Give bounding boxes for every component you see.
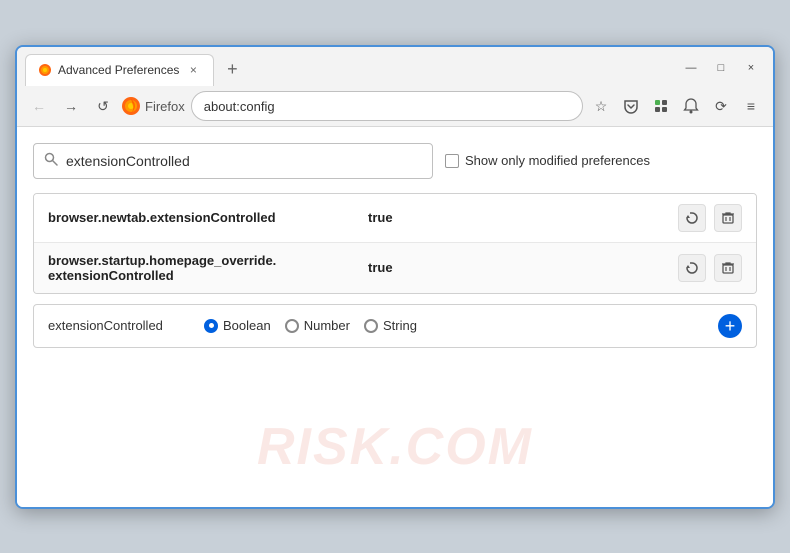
pref-value-1: true [368, 210, 678, 225]
close-button[interactable]: × [737, 57, 765, 79]
row-2-actions [678, 254, 742, 282]
radio-number[interactable]: Number [285, 318, 350, 333]
browser-brand-label: Firefox [145, 99, 185, 114]
reset-button-2[interactable] [678, 254, 706, 282]
results-table: browser.newtab.extensionControlled true … [33, 193, 757, 294]
pref-name-2-line2: extensionControlled [48, 268, 174, 283]
watermark: RISK.COM [257, 417, 533, 477]
reset-button-1[interactable] [678, 204, 706, 232]
delete-button-1[interactable] [714, 204, 742, 232]
add-preference-row: extensionControlled Boolean Number Strin… [33, 304, 757, 348]
delete-button-2[interactable] [714, 254, 742, 282]
pocket-button[interactable] [617, 92, 645, 120]
window-controls: — □ × [677, 57, 765, 83]
show-modified-checkbox-label[interactable]: Show only modified preferences [445, 153, 650, 168]
radio-string-circle [364, 319, 378, 333]
radio-number-circle [285, 319, 299, 333]
pref-value-2: true [368, 260, 678, 275]
search-row: extensionControlled Show only modified p… [33, 143, 757, 179]
radio-boolean-circle [204, 319, 218, 333]
row-1-actions [678, 204, 742, 232]
alerts-button[interactable] [677, 92, 705, 120]
reload-button[interactable]: ↺ [89, 92, 117, 120]
table-row: browser.startup.homepage_override. exten… [34, 243, 756, 293]
tab-title-text: Advanced Preferences [58, 63, 179, 77]
show-modified-checkbox[interactable] [445, 154, 459, 168]
radio-string[interactable]: String [364, 318, 417, 333]
pref-name-1: browser.newtab.extensionControlled [48, 210, 368, 225]
radio-boolean[interactable]: Boolean [204, 318, 271, 333]
nav-action-buttons: ☆ ⟳ ≡ [587, 92, 765, 120]
menu-button[interactable]: ≡ [737, 92, 765, 120]
pref-name-2-line1: browser.startup.homepage_override. [48, 253, 276, 268]
radio-string-label: String [383, 318, 417, 333]
minimize-button[interactable]: — [677, 57, 705, 79]
tab-favicon [38, 63, 52, 77]
search-icon [44, 152, 58, 169]
address-bar[interactable]: about:config [191, 91, 583, 121]
maximize-button[interactable]: □ [707, 57, 735, 79]
new-tab-button[interactable]: + [218, 56, 246, 84]
title-bar: Advanced Preferences × + — □ × [17, 47, 773, 87]
add-preference-button[interactable]: + [718, 314, 742, 338]
browser-tab[interactable]: Advanced Preferences × [25, 54, 214, 86]
search-input-value: extensionControlled [66, 153, 190, 169]
pref-name-2: browser.startup.homepage_override. exten… [48, 253, 368, 283]
search-box[interactable]: extensionControlled [33, 143, 433, 179]
new-pref-name: extensionControlled [48, 318, 188, 333]
sync-button[interactable]: ⟳ [707, 92, 735, 120]
browser-window: Advanced Preferences × + — □ × ← → ↺ Fir… [15, 45, 775, 509]
page-content: RISK.COM extensionControlled Show only m… [17, 127, 773, 507]
tab-close-button[interactable]: × [185, 62, 201, 78]
radio-boolean-label: Boolean [223, 318, 271, 333]
bookmark-button[interactable]: ☆ [587, 92, 615, 120]
radio-number-label: Number [304, 318, 350, 333]
type-radio-group: Boolean Number String [204, 318, 702, 333]
forward-button[interactable]: → [57, 92, 85, 120]
table-row: browser.newtab.extensionControlled true [34, 194, 756, 243]
url-text: about:config [204, 99, 275, 114]
navigation-bar: ← → ↺ Firefox about:config ☆ [17, 87, 773, 127]
back-button[interactable]: ← [25, 92, 53, 120]
extensions-button[interactable] [647, 92, 675, 120]
show-modified-label-text: Show only modified preferences [465, 153, 650, 168]
firefox-logo [121, 96, 141, 116]
